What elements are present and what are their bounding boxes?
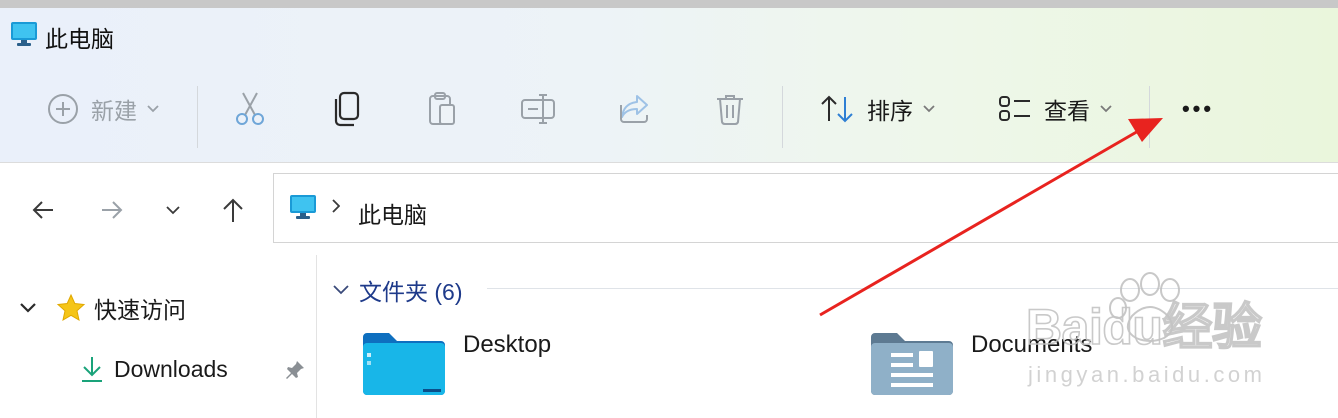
this-pc-icon [11, 22, 37, 46]
download-icon [82, 357, 102, 382]
more-icon: ••• [1181, 96, 1215, 121]
sort-button-label: 排序 [867, 98, 913, 124]
toolbar-separator [1149, 86, 1150, 148]
more-options-button[interactable]: ••• [1172, 81, 1224, 137]
new-button-label: 新建 [91, 98, 137, 124]
view-icon [999, 96, 1030, 121]
forward-button[interactable] [95, 193, 129, 227]
breadcrumb-this-pc[interactable]: 此电脑 [358, 196, 427, 230]
delete-icon [717, 95, 743, 125]
chevron-down-icon[interactable] [20, 303, 36, 313]
chevron-right-icon[interactable] [332, 199, 340, 213]
arrow-left-icon [32, 201, 53, 219]
sidebar-item-downloads[interactable]: Downloads [80, 355, 228, 383]
title-and-ribbon-area: 此电脑 新建 排序 查看 ••• [0, 8, 1338, 163]
window-title: 此电脑 [45, 26, 114, 52]
chevron-down-icon [166, 205, 180, 214]
arrow-up-icon [223, 198, 243, 222]
chevron-down-icon [333, 285, 349, 295]
paste-icon [429, 92, 455, 125]
folder-item-desktop[interactable]: Desktop [361, 329, 551, 397]
new-button[interactable]: 新建 [38, 81, 168, 137]
chevron-down-icon [1100, 105, 1112, 113]
recent-locations-button[interactable] [156, 193, 190, 227]
star-icon [56, 293, 86, 322]
group-divider [487, 288, 1338, 289]
this-pc-icon [290, 195, 316, 219]
sidebar-item-quick-access[interactable]: 快速访问 [20, 291, 186, 325]
sort-icon [821, 95, 853, 123]
folders-group-header[interactable]: 文件夹 (6) [333, 273, 463, 307]
copy-button[interactable] [322, 81, 370, 137]
sidebar-item-label: Downloads [114, 355, 228, 382]
pin-icon[interactable] [284, 359, 306, 381]
view-button-label: 查看 [1044, 98, 1090, 124]
folder-item-documents[interactable]: Documents [869, 329, 1092, 397]
toolbar-separator [197, 86, 198, 148]
plus-circle-icon [48, 94, 78, 124]
share-icon [620, 95, 648, 123]
back-button[interactable] [26, 193, 60, 227]
cut-button[interactable] [226, 81, 274, 137]
navigation-bar: 此电脑 [0, 163, 1338, 255]
address-bar[interactable]: 此电脑 [273, 173, 1338, 243]
sidebar-item-label: 快速访问 [94, 297, 186, 323]
desktop-folder-icon [363, 333, 445, 395]
item-label: Desktop [463, 331, 552, 358]
group-label: 文件夹 (6) [359, 279, 463, 305]
cut-icon [236, 92, 264, 125]
navigation-pane: 快速访问 Downloads [0, 255, 317, 418]
file-list-pane: 文件夹 (6) Desktop Documents [317, 255, 1338, 418]
chevron-down-icon [147, 105, 159, 113]
paste-button[interactable] [418, 81, 466, 137]
rename-icon [521, 94, 555, 124]
toolbar-separator [782, 86, 783, 148]
delete-button[interactable] [706, 81, 754, 137]
item-label: Documents [971, 331, 1093, 358]
sort-button[interactable]: 排序 [812, 81, 942, 137]
rename-button[interactable] [514, 81, 562, 137]
chevron-down-icon [923, 105, 935, 113]
view-button[interactable]: 查看 [990, 81, 1120, 137]
arrow-right-icon [102, 201, 123, 219]
share-button[interactable] [610, 81, 658, 137]
documents-folder-icon [871, 333, 953, 395]
copy-icon [334, 91, 360, 127]
window-top-edge [0, 0, 1338, 8]
up-button[interactable] [216, 193, 250, 227]
